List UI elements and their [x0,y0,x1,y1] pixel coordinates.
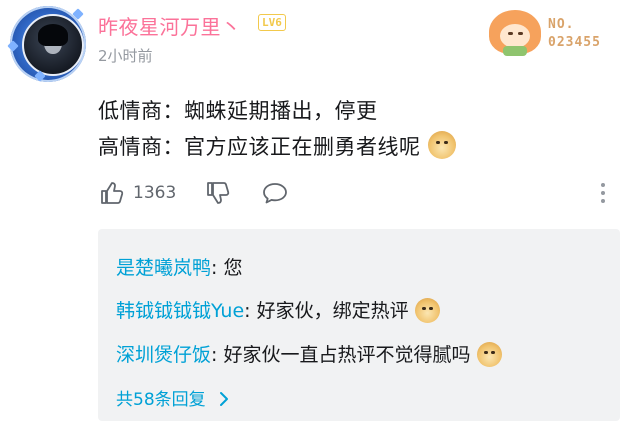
comment-text-line: 高情商：官方应该正在删勇者线呢 [98,131,456,161]
reply-username[interactable]: 是楚曦岚鸭 [116,257,211,279]
reply-separator: : [244,300,257,322]
chevron-right-icon [220,392,229,406]
doge-emoji-icon [476,342,502,367]
reply-separator: : [211,344,224,366]
vertical-ellipsis-icon[interactable] [599,181,607,205]
doge-emoji-icon [427,131,456,159]
like-count: 1363 [133,183,177,203]
fan-badge-label: NO. [548,17,575,32]
view-all-replies-link[interactable]: 共58条回复 [116,385,231,410]
username[interactable]: 昨夜星河万里丶 [98,11,242,40]
view-all-replies-label: 共58条回复 [116,390,206,410]
reply-item[interactable]: 韩钺钺钺钺Yue: 好家伙，绑定热评 [116,296,440,323]
reply-text: 好家伙一直占热评不觉得腻吗 [223,344,471,366]
fan-badge-eye [518,32,523,35]
comment-text-line: 低情商：蜘蛛延期播出，停更 [98,95,378,125]
level-badge: LV6 [258,14,286,31]
fan-badge-body [503,46,527,56]
fan-badge-face [500,24,530,48]
avatar-hair [38,24,68,46]
reply-username[interactable]: 韩钺钺钺钺Yue [116,300,244,322]
reply-text: 好家伙，绑定热评 [256,300,409,322]
thumbs-up-icon[interactable] [99,180,125,206]
speech-bubble-icon[interactable] [261,181,289,205]
timestamp: 2小时前 [98,47,153,65]
thumbs-down-icon[interactable] [205,180,231,206]
comment-text: 低情商：蜘蛛延期播出，停更 [98,99,378,123]
doge-emoji-icon [414,298,440,323]
reply-separator: : [211,257,224,279]
fan-badge-eye [508,32,513,35]
reply-item[interactable]: 深圳煲仔饭: 好家伙一直占热评不觉得腻吗 [116,340,502,367]
reply-text: 您 [223,257,243,279]
fan-badge-number: 023455 [548,35,601,50]
reply-item[interactable]: 是楚曦岚鸭: 您 [116,253,242,280]
reply-username[interactable]: 深圳煲仔饭 [116,344,211,366]
avatar[interactable] [22,14,84,76]
comment-text: 高情商：官方应该正在删勇者线呢 [98,135,421,159]
